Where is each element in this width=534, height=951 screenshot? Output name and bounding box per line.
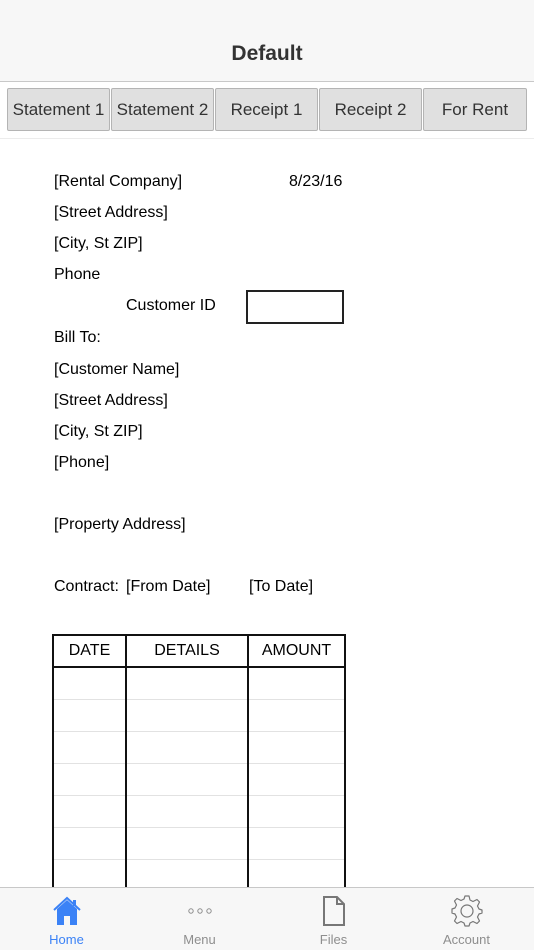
header-details: DETAILS — [125, 634, 249, 668]
tab-home-label: Home — [49, 932, 84, 947]
company-name[interactable]: [Rental Company] — [54, 173, 182, 191]
gear-icon — [450, 894, 484, 928]
contract-to-date[interactable]: [To Date] — [249, 578, 313, 596]
tab-statement-2[interactable]: Statement 2 — [111, 88, 214, 131]
table-row — [52, 859, 346, 887]
customer-street[interactable]: [Street Address] — [54, 392, 168, 410]
date-cell[interactable] — [52, 763, 127, 796]
page-title: Default — [231, 42, 303, 65]
details-cell[interactable] — [125, 859, 249, 887]
details-cell[interactable] — [125, 699, 249, 732]
customer-id-label: Customer ID — [126, 297, 216, 314]
table-row — [52, 731, 346, 764]
customer-city[interactable]: [City, St ZIP] — [54, 423, 143, 441]
amount-cell[interactable] — [247, 795, 346, 828]
details-cell[interactable] — [125, 795, 249, 828]
date-cell[interactable] — [52, 731, 127, 764]
table-header-row: DATE DETAILS AMOUNT — [52, 634, 346, 668]
date-cell[interactable] — [52, 795, 127, 828]
date-cell[interactable] — [52, 667, 127, 700]
customer-name[interactable]: [Customer Name] — [54, 361, 179, 379]
tab-receipt-2[interactable]: Receipt 2 — [319, 88, 422, 131]
bottom-tab-bar: Home Menu Files Account — [0, 887, 534, 950]
table-row — [52, 795, 346, 828]
bill-to-label: Bill To: — [54, 329, 101, 346]
details-cell[interactable] — [125, 827, 249, 860]
line-items-table: DATE DETAILS AMOUNT — [52, 634, 346, 887]
property-address[interactable]: [Property Address] — [54, 516, 186, 534]
customer-id-field[interactable] — [246, 290, 344, 324]
company-phone[interactable]: Phone — [54, 266, 100, 284]
details-cell[interactable] — [125, 763, 249, 796]
file-icon — [317, 894, 351, 928]
amount-cell[interactable] — [247, 827, 346, 860]
home-icon — [50, 894, 84, 928]
tab-statement-1[interactable]: Statement 1 — [7, 88, 110, 131]
company-city[interactable]: [City, St ZIP] — [54, 235, 143, 253]
date-cell[interactable] — [52, 699, 127, 732]
amount-cell[interactable] — [247, 763, 346, 796]
amount-cell[interactable] — [247, 731, 346, 764]
template-tab-bar: Statement 1 Statement 2 Receipt 1 Receip… — [0, 83, 534, 139]
table-row — [52, 667, 346, 700]
tab-receipt-1[interactable]: Receipt 1 — [215, 88, 318, 131]
details-cell[interactable] — [125, 667, 249, 700]
document-date[interactable]: 8/23/16 — [289, 173, 342, 191]
more-icon — [183, 894, 217, 928]
tab-account-label: Account — [443, 932, 490, 947]
tab-home[interactable]: Home — [0, 888, 133, 951]
details-cell[interactable] — [125, 731, 249, 764]
date-cell[interactable] — [52, 859, 127, 887]
amount-cell[interactable] — [247, 667, 346, 700]
header-date: DATE — [52, 634, 127, 668]
amount-cell[interactable] — [247, 859, 346, 887]
date-cell[interactable] — [52, 827, 127, 860]
tab-menu[interactable]: Menu — [133, 888, 266, 951]
navigation-bar: Default — [0, 0, 534, 82]
tab-account[interactable]: Account — [400, 888, 533, 951]
table-row — [52, 763, 346, 796]
company-street[interactable]: [Street Address] — [54, 204, 168, 222]
customer-phone[interactable]: [Phone] — [54, 454, 109, 472]
tab-files-label: Files — [319, 932, 348, 947]
contract-from-date[interactable]: [From Date] — [126, 578, 210, 596]
table-row — [52, 827, 346, 860]
tab-files[interactable]: Files — [267, 888, 400, 951]
header-amount: AMOUNT — [247, 634, 346, 668]
document-preview: [Rental Company] 8/23/16 [Street Address… — [0, 140, 534, 887]
table-row — [52, 699, 346, 732]
amount-cell[interactable] — [247, 699, 346, 732]
tab-for-rent[interactable]: For Rent — [423, 88, 527, 131]
contract-label: Contract: — [54, 578, 119, 595]
tab-menu-label: Menu — [183, 932, 216, 947]
